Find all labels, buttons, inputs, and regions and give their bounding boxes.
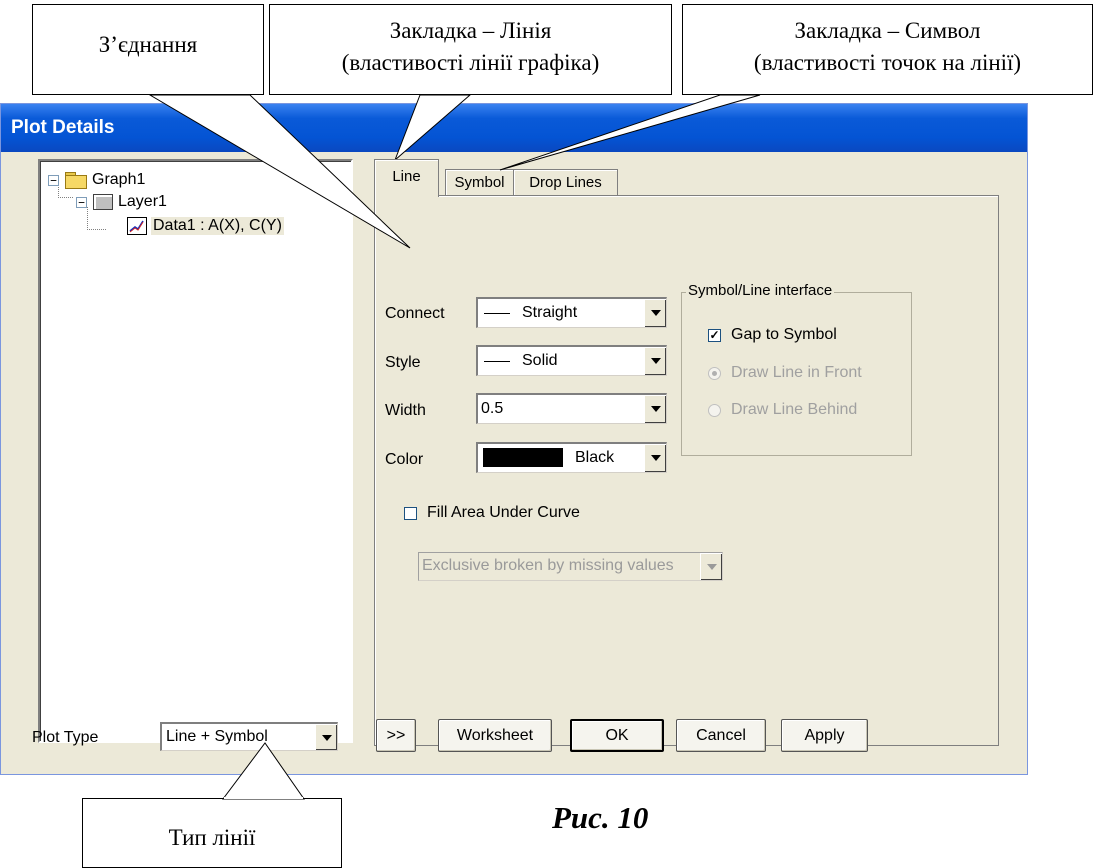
draw-line-front-radio[interactable]: Draw Line in Front: [708, 364, 862, 382]
style-value: Solid: [522, 352, 558, 369]
chevron-down-icon[interactable]: [644, 347, 666, 375]
callout-line-tab-desc: (властивості лінії графіка): [341, 50, 600, 75]
tab-drop-lines-label: Drop Lines: [529, 174, 602, 191]
radio-icon[interactable]: [708, 366, 721, 380]
width-label: Width: [385, 402, 426, 419]
fill-mode-select[interactable]: Exclusive broken by missing values: [418, 552, 723, 581]
line-tab-panel: Connect Straight Style Solid Width 0.5 C…: [374, 195, 999, 746]
fill-area-checkbox[interactable]: Fill Area Under Curve: [404, 504, 580, 522]
more-button[interactable]: >>: [376, 719, 416, 752]
tab-symbol-label: Symbol: [454, 174, 505, 191]
folder-icon: [65, 172, 87, 189]
checkbox-icon[interactable]: [404, 506, 417, 520]
plot-type-label: Plot Type: [32, 729, 99, 746]
callout-connection: З’єднання: [32, 4, 264, 95]
layer-icon: [93, 194, 113, 210]
width-value: 0.5: [481, 400, 504, 417]
gap-to-symbol-checkbox[interactable]: ✓ Gap to Symbol: [708, 326, 837, 344]
draw-line-behind-label: Draw Line Behind: [731, 401, 858, 418]
callout-symbol-tab-title: Закладка – Символ: [794, 18, 981, 43]
group-title: Symbol/Line interface: [686, 282, 835, 299]
plot-type-value: Line + Symbol: [166, 728, 268, 745]
tab-symbol[interactable]: Symbol: [445, 169, 514, 195]
plot-tree[interactable]: − Graph1 − Layer1 Data1 : A(X), C(Y): [38, 159, 353, 743]
chevron-down-icon[interactable]: [315, 724, 337, 750]
chevron-down-icon[interactable]: [700, 553, 722, 580]
fill-area-label: Fill Area Under Curve: [427, 504, 580, 521]
tree-label-data: Data1 : A(X), C(Y): [151, 217, 284, 235]
symbol-line-interface-group: Symbol/Line interface ✓ Gap to Symbol Dr…: [681, 282, 912, 456]
ok-button[interactable]: OK: [570, 719, 664, 752]
style-label: Style: [385, 354, 421, 371]
tree-node-graph[interactable]: − Graph1: [48, 171, 145, 189]
tab-line-label: Line: [392, 168, 421, 185]
plot-details-dialog: Plot Details − Graph1 − Layer1 Data1 : A…: [0, 103, 1028, 775]
color-value: Black: [575, 448, 615, 466]
collapse-icon[interactable]: −: [76, 196, 87, 208]
width-combo[interactable]: 0.5: [476, 393, 667, 424]
worksheet-button[interactable]: Worksheet: [438, 719, 552, 752]
connect-value: Straight: [522, 304, 578, 321]
chevron-down-icon[interactable]: [644, 444, 666, 472]
tab-drop-lines[interactable]: Drop Lines: [513, 169, 618, 195]
collapse-icon[interactable]: −: [48, 174, 59, 186]
callout-line-tab-title: Закладка – Лінія: [389, 18, 552, 43]
fill-mode-value: Exclusive broken by missing values: [422, 557, 674, 574]
gap-to-symbol-label: Gap to Symbol: [731, 326, 837, 343]
draw-line-behind-radio[interactable]: Draw Line Behind: [708, 401, 857, 419]
checkmark-icon[interactable]: ✓: [708, 328, 721, 342]
connect-label: Connect: [385, 305, 445, 322]
color-select[interactable]: Black: [476, 442, 667, 473]
radio-icon[interactable]: [708, 403, 721, 417]
draw-line-front-label: Draw Line in Front: [731, 364, 862, 381]
connect-select[interactable]: Straight: [476, 297, 667, 328]
chevron-down-icon[interactable]: [644, 395, 666, 423]
callout-line-type-text: Тип лінії: [168, 825, 256, 850]
callout-line-type: Тип лінії: [82, 798, 342, 868]
plot-type-select[interactable]: Line + Symbol: [160, 722, 338, 751]
cancel-button[interactable]: Cancel: [676, 719, 766, 752]
callout-line-tab: Закладка – Лінія (властивості лінії граф…: [269, 4, 672, 95]
tree-node-layer[interactable]: − Layer1: [76, 193, 167, 211]
tree-label-graph: Graph1: [92, 171, 146, 188]
title-bar[interactable]: Plot Details: [1, 104, 1027, 152]
style-select[interactable]: Solid: [476, 345, 667, 376]
tree-node-data[interactable]: Data1 : A(X), C(Y): [127, 217, 284, 235]
dialog-title: Plot Details: [11, 117, 115, 138]
callout-connection-text: З’єднання: [98, 32, 198, 57]
color-swatch: [483, 448, 563, 467]
tab-line[interactable]: Line: [374, 159, 439, 197]
figure-caption: Рис. 10: [552, 800, 649, 835]
tree-label-layer: Layer1: [118, 193, 167, 210]
callout-symbol-tab-desc: (властивості точок на лінії): [753, 50, 1022, 75]
chevron-down-icon[interactable]: [644, 299, 666, 327]
color-label: Color: [385, 451, 424, 468]
line-plot-icon: [127, 217, 147, 235]
apply-button[interactable]: Apply: [781, 719, 868, 752]
callout-symbol-tab: Закладка – Символ (властивості точок на …: [682, 4, 1093, 95]
